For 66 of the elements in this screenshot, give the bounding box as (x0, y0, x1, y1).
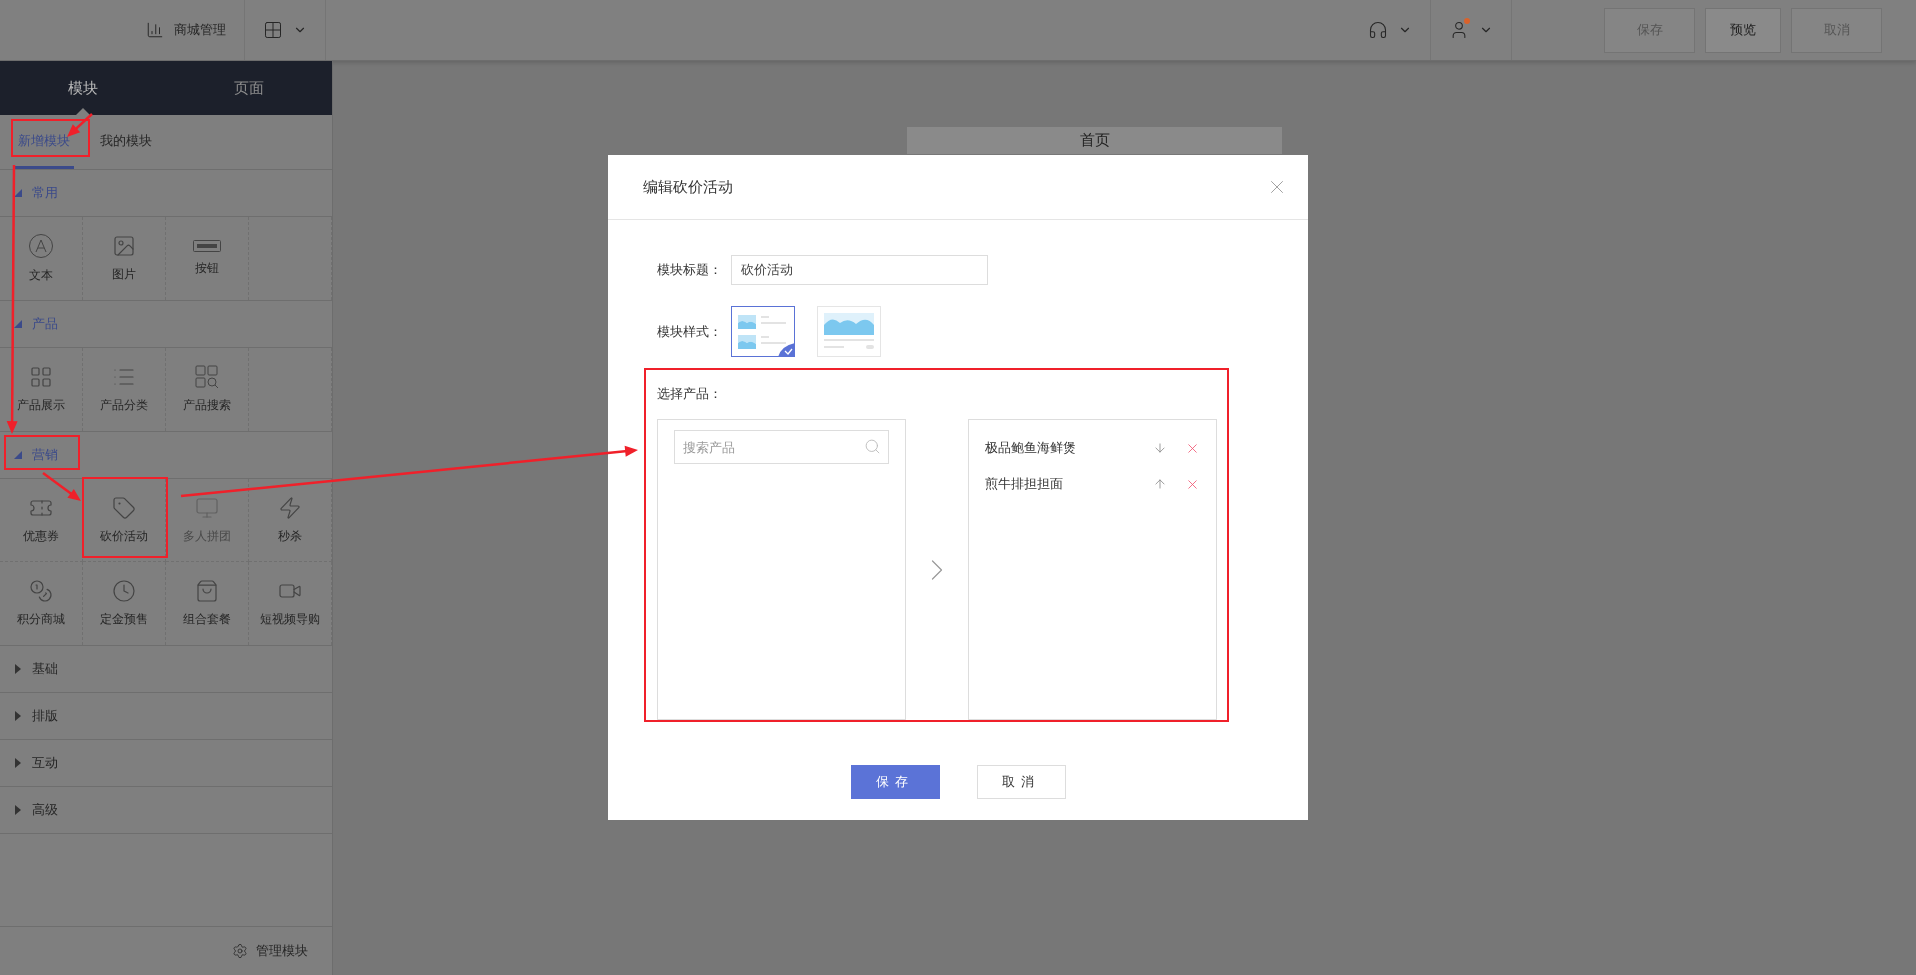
module-item[interactable]: 短视频导购 (249, 562, 332, 645)
module-tab[interactable]: 我的模块 (96, 115, 156, 169)
store-menu[interactable]: 商城管理 (128, 0, 244, 60)
settings-icon (232, 943, 248, 959)
headset-icon (1368, 20, 1388, 40)
grid-icon (263, 20, 283, 40)
monitor-icon (195, 495, 219, 520)
clock-icon (112, 579, 136, 603)
button-shape-icon (193, 240, 221, 252)
product-name: 极品鲍鱼海鲜煲 (985, 439, 1077, 457)
module-item[interactable]: 文本 (0, 217, 83, 300)
module-item[interactable]: 砍价活动 (83, 479, 166, 562)
banner-layout-icon (822, 311, 876, 352)
sidebar-tab[interactable]: 页面 (166, 61, 332, 115)
lightning-icon (278, 495, 302, 520)
caret-icon (14, 664, 22, 674)
grid-search-icon (195, 365, 219, 389)
title-input[interactable]: 砍价活动 (731, 255, 988, 285)
sidebar-tab[interactable]: 模块 (0, 61, 166, 115)
caret-icon (14, 319, 22, 329)
caret-icon (14, 758, 22, 768)
module-item[interactable]: 按钮 (166, 217, 249, 300)
grid-icon (29, 365, 53, 389)
module-item[interactable]: 产品分类 (83, 348, 166, 431)
annotation-arrow (42, 472, 81, 501)
letter-icon (28, 233, 54, 259)
section-header[interactable]: 基础 (0, 646, 332, 693)
field-label: 模块标题： (657, 261, 723, 279)
product-name: 煎牛排担担面 (985, 475, 1064, 493)
module-item[interactable]: 秒杀 (249, 479, 332, 562)
move-button[interactable] (1153, 441, 1167, 455)
check-icon (778, 343, 795, 357)
section-header[interactable]: 常用 (0, 170, 332, 217)
caret-icon (14, 450, 22, 460)
arrow-down-icon (1153, 441, 1167, 455)
section-header[interactable]: 排版 (0, 693, 332, 740)
search-icon (864, 438, 881, 455)
section-header[interactable]: 互动 (0, 740, 332, 787)
manage-modules-button[interactable]: 管理模块 (226, 941, 314, 961)
arrow-up-icon (1153, 477, 1167, 491)
section-header[interactable]: 营销 (0, 432, 332, 479)
field-label: 模块样式： (657, 322, 723, 341)
module-item[interactable]: 图片 (83, 217, 166, 300)
bag-icon (195, 579, 219, 603)
field-label: 选择产品： (657, 385, 723, 403)
caret-icon (14, 188, 22, 198)
dialog-title: 编辑砍价活动 (643, 177, 733, 197)
dialog-button[interactable]: 取消 (976, 765, 1066, 799)
section-header[interactable]: 高级 (0, 787, 332, 834)
bar-chart-icon (146, 21, 164, 39)
search-field[interactable]: 搜索产品 (674, 430, 889, 464)
module-item[interactable]: 组合套餐 (166, 562, 249, 645)
module-item[interactable]: 产品搜索 (166, 348, 249, 431)
page-title: 首页 (1079, 131, 1110, 150)
module-item[interactable]: 积分商城 (0, 562, 83, 645)
style-option[interactable] (731, 306, 795, 357)
caret-icon (14, 711, 22, 721)
image-icon (112, 234, 136, 258)
toolbar-button[interactable]: 预览 (1705, 7, 1781, 53)
move-button[interactable] (1153, 477, 1167, 491)
module-item[interactable]: 定金预售 (83, 562, 166, 645)
caret-icon (14, 805, 22, 815)
section-header[interactable]: 产品 (0, 301, 332, 348)
coins-icon (29, 579, 53, 603)
tag-icon (112, 495, 136, 520)
dialog-button[interactable]: 保存 (850, 765, 940, 799)
